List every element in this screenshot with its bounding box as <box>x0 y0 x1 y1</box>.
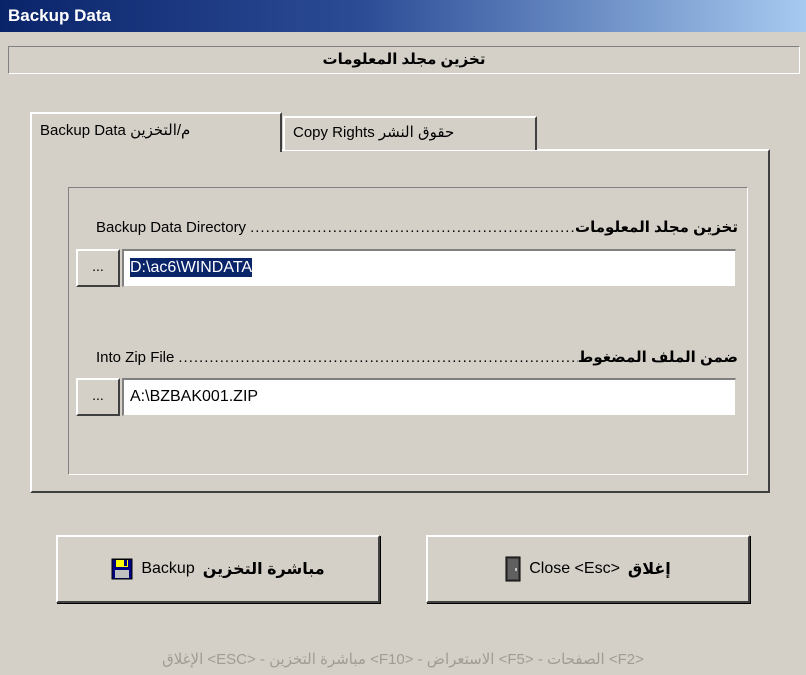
backup-button-label-ar: مباشرة التخزين <box>202 561 325 578</box>
window-title: Backup Data <box>8 6 111 25</box>
page-subtitle: تخزين مجلد المعلومات <box>8 46 800 74</box>
zip-browse-label: ... <box>92 387 104 403</box>
close-button[interactable]: Close <Esc> إغلاق <box>426 535 750 603</box>
directory-browse-label: ... <box>92 258 104 274</box>
tab-copy-rights-label: Copy Rights حقوق النشر <box>293 124 455 141</box>
tab-backup-data-label: Backup Data م/التخزين <box>40 122 191 139</box>
zip-browse-button[interactable]: ... <box>76 378 120 416</box>
shortcut-hint-text: <F2> الصفحات - <F5> الاستعراض - <F10> مب… <box>162 651 644 668</box>
directory-input[interactable]: D:\ac6\WINDATA <box>122 249 736 287</box>
tab-panel <box>30 149 770 493</box>
zip-input-value: A:\BZBAK001.ZIP <box>130 388 259 405</box>
backup-button-label-en: Backup <box>141 560 195 577</box>
zip-label: Into Zip File ..........................… <box>96 346 738 368</box>
tab-backup-data[interactable]: Backup Data م/التخزين <box>30 112 282 152</box>
zip-label-en: Into Zip File <box>96 348 175 366</box>
directory-browse-button[interactable]: ... <box>76 249 120 287</box>
close-button-label-ar: إغلاق <box>627 561 671 578</box>
title-bar[interactable]: Backup Data <box>0 0 806 32</box>
directory-input-value: D:\ac6\WINDATA <box>130 258 253 277</box>
directory-label-leader: ........................................… <box>250 218 576 236</box>
zip-label-ar: ضمن الملف المضغوط <box>577 349 738 366</box>
door-icon <box>505 556 521 582</box>
zip-label-leader: ........................................… <box>178 348 578 366</box>
backup-button[interactable]: Backup مباشرة التخزين <box>56 535 380 603</box>
floppy-disk-icon <box>111 558 133 580</box>
tab-copy-rights[interactable]: Copy Rights حقوق النشر <box>283 116 537 150</box>
directory-label-ar: تخزين مجلد المعلومات <box>575 219 738 236</box>
close-button-label-en: Close <Esc> <box>529 560 620 577</box>
directory-label: Backup Data Directory ..................… <box>96 216 738 238</box>
directory-label-en: Backup Data Directory <box>96 218 247 236</box>
subtitle-text: تخزين مجلد المعلومات <box>322 51 486 68</box>
zip-input[interactable]: A:\BZBAK001.ZIP <box>122 378 736 416</box>
